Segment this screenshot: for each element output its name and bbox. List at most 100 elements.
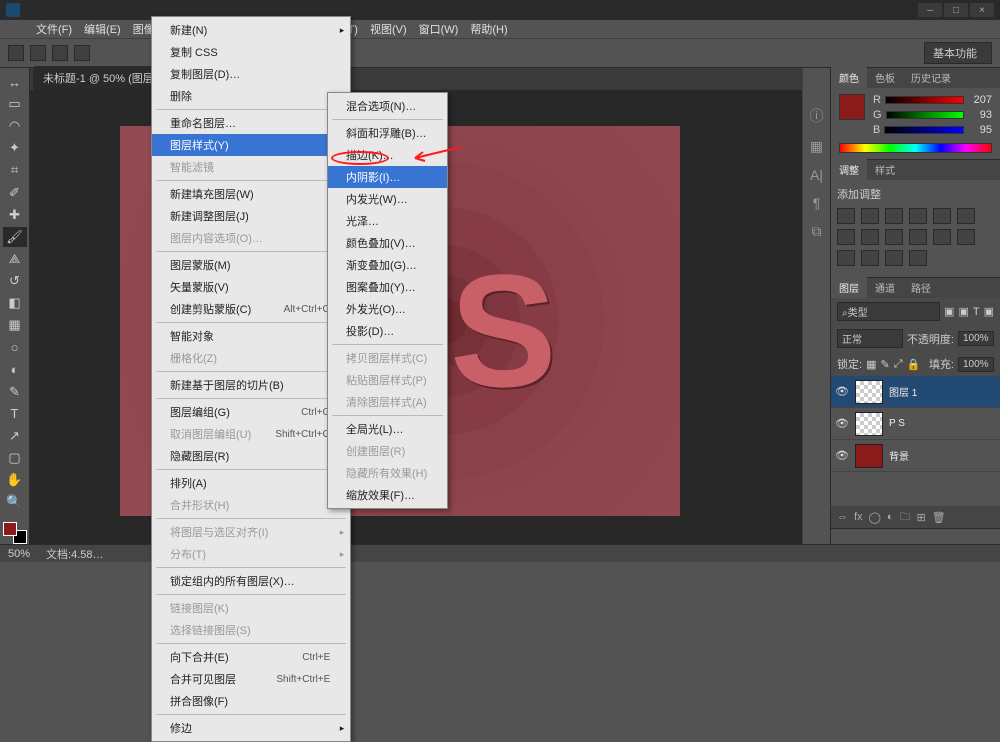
layer-thumb[interactable]	[855, 412, 883, 436]
new-adj-icon[interactable]: ◐	[887, 511, 894, 523]
layer-name[interactable]: P S	[889, 418, 905, 429]
adj-icon[interactable]	[909, 250, 927, 266]
menu-item[interactable]: 缩放效果(F)…	[328, 484, 447, 506]
workspace-switcher[interactable]: 基本功能	[924, 42, 992, 64]
tab-swatches[interactable]: 色板	[867, 67, 903, 88]
menu-item[interactable]: 隐藏图层(R)	[152, 445, 350, 467]
stamp-tool[interactable]: ⟁	[3, 249, 27, 269]
menu-item[interactable]: 矢量蒙版(V)	[152, 276, 350, 298]
doc-info[interactable]: 文档:4.58…	[46, 546, 103, 562]
menu-item[interactable]: 拼合图像(F)	[152, 690, 350, 712]
layer-name[interactable]: 背景	[889, 448, 909, 463]
menu-item[interactable]: 排列(A)	[152, 472, 350, 494]
menu-item[interactable]: 颜色叠加(V)…	[328, 232, 447, 254]
opacity-value[interactable]: 100%	[958, 331, 994, 346]
adj-icon[interactable]	[909, 208, 927, 224]
menu-item[interactable]: 投影(D)…	[328, 320, 447, 342]
marquee-tool[interactable]: ▭	[3, 94, 27, 114]
minimize-button[interactable]: –	[918, 3, 942, 17]
layer-thumb[interactable]	[855, 380, 883, 404]
blur-tool[interactable]: ○	[3, 337, 27, 357]
menu-item[interactable]: 混合选项(N)…	[328, 95, 447, 117]
tab-color[interactable]: 颜色	[831, 67, 867, 88]
eraser-tool[interactable]: ◧	[3, 293, 27, 313]
menu-item[interactable]: 创建剪贴蒙版(C)Alt+Ctrl+G	[152, 298, 350, 320]
tab-paths[interactable]: 路径	[903, 277, 939, 298]
adj-icon[interactable]	[885, 229, 903, 245]
tab-adjustments[interactable]: 调整	[831, 159, 867, 180]
color-swatches[interactable]	[3, 522, 27, 544]
delete-layer-icon[interactable]: 🗑	[932, 511, 946, 524]
filter-icon[interactable]: ▣	[984, 305, 994, 318]
menu-item[interactable]: 光泽…	[328, 210, 447, 232]
visibility-toggle[interactable]: 👁	[835, 449, 849, 462]
menu-item[interactable]: 外发光(O)…	[328, 298, 447, 320]
pen-tool[interactable]: ✎	[3, 382, 27, 402]
menu-item[interactable]: 图层编组(G)Ctrl+G	[152, 401, 350, 423]
filter-icon[interactable]: ▣	[944, 305, 954, 318]
layer-thumb[interactable]	[855, 444, 883, 468]
new-group-icon[interactable]: 🗀	[900, 508, 911, 527]
menu-window[interactable]: 窗口(W)	[413, 19, 465, 39]
filter-icon[interactable]: T	[973, 306, 980, 318]
visibility-toggle[interactable]: 👁	[835, 385, 849, 398]
adj-icon[interactable]	[933, 208, 951, 224]
layer-row[interactable]: 👁 背景	[831, 440, 1000, 472]
lock-icon[interactable]: 🔒	[907, 358, 921, 371]
b-slider[interactable]	[884, 126, 964, 134]
menu-item[interactable]: 渐变叠加(G)…	[328, 254, 447, 276]
tab-styles[interactable]: 样式	[867, 159, 903, 180]
tab-history[interactable]: 历史记录	[903, 67, 959, 88]
lock-position-icon[interactable]: ✎	[880, 358, 889, 371]
dodge-tool[interactable]: ◐	[3, 359, 27, 379]
r-slider[interactable]	[885, 96, 964, 104]
menu-item[interactable]: 锁定组内的所有图层(X)…	[152, 570, 350, 592]
foreground-color[interactable]	[3, 522, 17, 536]
color-preview[interactable]	[839, 94, 865, 120]
new-layer-icon[interactable]: ⊞	[917, 511, 926, 524]
adj-icon[interactable]	[957, 229, 975, 245]
shape-tool[interactable]: ▢	[3, 448, 27, 468]
rail-para-icon[interactable]: ¶	[813, 195, 821, 211]
adj-icon[interactable]	[885, 250, 903, 266]
menu-item[interactable]: 复制 CSS	[152, 41, 350, 63]
layer-name[interactable]: 图层 1	[889, 384, 917, 399]
lasso-tool[interactable]: ◠	[3, 116, 27, 136]
maximize-button[interactable]: □	[944, 3, 968, 17]
menu-view[interactable]: 视图(V)	[364, 19, 413, 39]
menu-edit[interactable]: 编辑(E)	[78, 19, 127, 39]
adj-icon[interactable]	[885, 208, 903, 224]
adj-icon[interactable]	[861, 229, 879, 245]
add-mask-icon[interactable]: ◯	[869, 511, 881, 524]
tab-channels[interactable]: 通道	[867, 277, 903, 298]
rail-swatches-icon[interactable]: ▦	[810, 138, 823, 155]
layer-filter-dd[interactable]: ⌕类型	[837, 302, 940, 321]
opt-swatch-1[interactable]	[30, 45, 46, 61]
link-layers-icon[interactable]: ⇔	[837, 511, 848, 523]
tool-preset-dd[interactable]	[8, 45, 24, 61]
menu-item[interactable]: 智能对象	[152, 325, 350, 347]
adj-icon[interactable]	[933, 229, 951, 245]
menu-item[interactable]: 图层样式(Y)	[152, 134, 350, 156]
layer-fx-icon[interactable]: fx	[854, 511, 863, 523]
brush-preset-dd[interactable]	[74, 45, 90, 61]
menu-item[interactable]: 新建填充图层(W)	[152, 183, 350, 205]
close-button[interactable]: ×	[970, 3, 994, 17]
zoom-level[interactable]: 50%	[8, 548, 30, 560]
adj-icon[interactable]	[861, 208, 879, 224]
rail-lib-icon[interactable]: ⧉	[812, 223, 822, 240]
path-tool[interactable]: ↗	[3, 426, 27, 446]
zoom-tool[interactable]: 🔍	[3, 492, 27, 512]
rail-char-icon[interactable]: A|	[810, 167, 823, 183]
menu-item[interactable]: 复制图层(D)…	[152, 63, 350, 85]
layer-row[interactable]: 👁 P S	[831, 408, 1000, 440]
crop-tool[interactable]: ⌗	[3, 160, 27, 180]
menu-item[interactable]: 内发光(W)…	[328, 188, 447, 210]
hue-ramp[interactable]	[839, 143, 992, 153]
adj-icon[interactable]	[837, 208, 855, 224]
opt-swatch-2[interactable]	[52, 45, 68, 61]
g-slider[interactable]	[886, 111, 964, 119]
filter-icon[interactable]: ▣	[958, 305, 968, 318]
menu-item[interactable]: 修边	[152, 717, 350, 739]
eyedropper-tool[interactable]: ✐	[3, 183, 27, 203]
